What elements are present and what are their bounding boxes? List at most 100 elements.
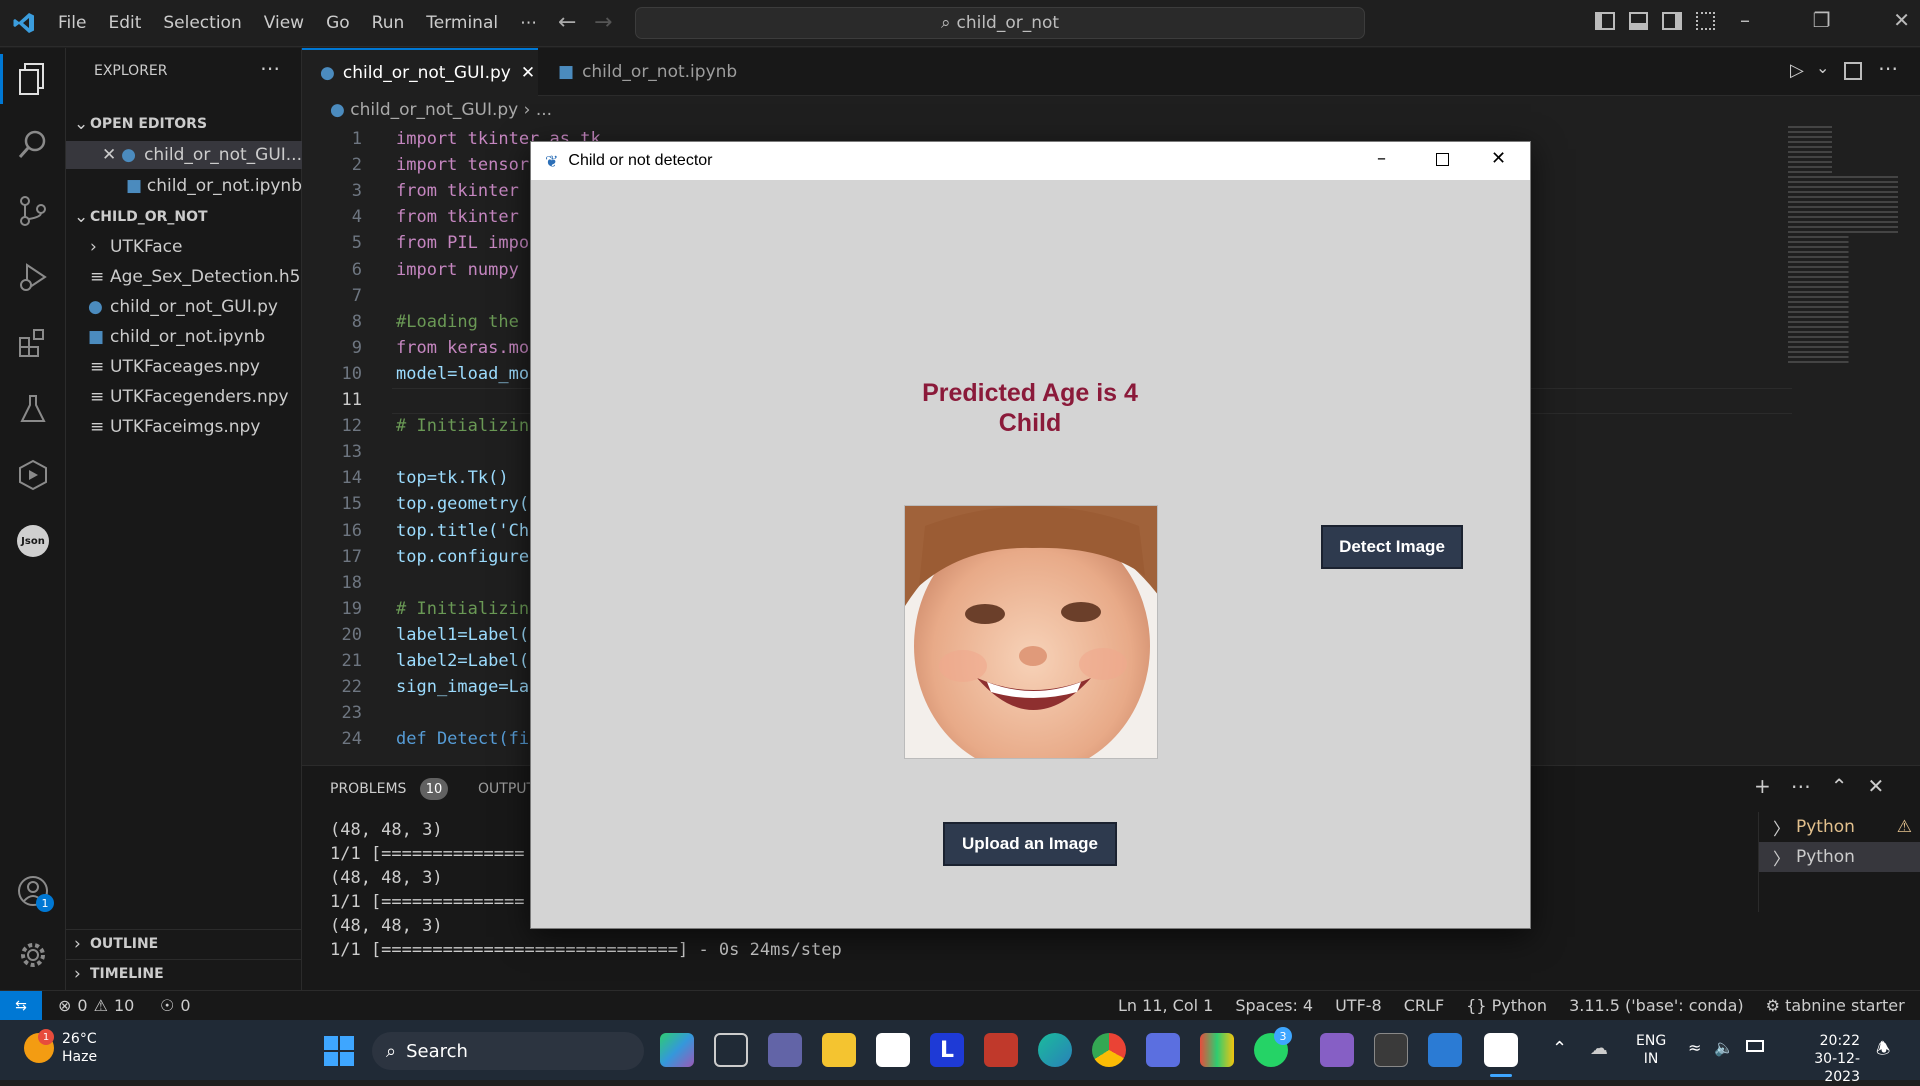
minimize-icon[interactable]: – [1740, 8, 1750, 38]
line-ending[interactable]: CRLF [1404, 996, 1444, 1023]
app-winrar-icon[interactable] [1200, 1033, 1234, 1067]
battery-icon[interactable] [1746, 1040, 1764, 1052]
show-hidden-icons-icon[interactable]: ⌃ [1552, 1038, 1567, 1059]
app-copilot-icon[interactable] [660, 1033, 694, 1067]
menu-selection[interactable]: Selection [163, 13, 241, 33]
child-detector-titlebar[interactable]: ❦ Child or not detector – ✕ [531, 142, 1530, 180]
indentation[interactable]: Spaces: 4 [1235, 996, 1313, 1023]
accounts-icon[interactable]: 1 [14, 872, 54, 912]
close-panel-icon[interactable]: ✕ [1868, 774, 1885, 798]
run-debug-icon[interactable] [14, 258, 52, 296]
menu-edit[interactable]: Edit [108, 13, 141, 33]
notification-center-icon[interactable]: 🕭 [1876, 1038, 1890, 1065]
remote-explorer-icon[interactable] [14, 456, 52, 494]
toggle-secondary-sidebar-icon[interactable] [1662, 12, 1682, 30]
dialog-minimize-icon[interactable]: – [1377, 148, 1386, 169]
dialog-maximize-icon[interactable] [1436, 153, 1449, 166]
timeline-header[interactable]: › TIMELINE [66, 959, 302, 987]
menu-terminal[interactable]: Terminal [426, 13, 498, 33]
encoding[interactable]: UTF-8 [1335, 996, 1382, 1023]
run-file-icon[interactable]: ▷ [1790, 60, 1804, 81]
back-arrow-icon[interactable]: ← [558, 10, 576, 35]
app-visual-studio-icon[interactable] [1320, 1033, 1354, 1067]
json-icon[interactable]: Json [14, 522, 52, 560]
menu-go[interactable]: Go [326, 13, 350, 33]
file-item-ipynb[interactable]: ■ child_or_not.ipynb [66, 323, 302, 351]
menu-file[interactable]: File [58, 13, 86, 33]
close-icon[interactable]: ✕ [1893, 8, 1910, 38]
onedrive-icon[interactable]: ☁ [1590, 1038, 1608, 1059]
problems-tab[interactable]: PROBLEMS [330, 781, 406, 797]
tab-ipynb[interactable]: ■ child_or_not.ipynb [540, 48, 764, 96]
outline-header[interactable]: › OUTLINE [66, 929, 302, 957]
app-notepad-icon[interactable] [1484, 1033, 1518, 1067]
menu-view[interactable]: View [264, 13, 304, 33]
more-actions-icon[interactable]: ⋯ [1878, 56, 1898, 80]
toggle-panel-icon[interactable] [1628, 12, 1648, 30]
customize-layout-icon[interactable] [1695, 12, 1715, 30]
app-file-explorer-icon[interactable] [822, 1033, 856, 1067]
tab-gui-py[interactable]: ● child_or_not_GUI.py ✕ [302, 48, 538, 96]
tabnine-status[interactable]: ⚙ tabnine starter [1766, 996, 1905, 1023]
open-editor-item-ipynb[interactable]: ■ child_or_not.ipynb [66, 172, 302, 200]
chevron-down-icon[interactable]: ⌄ [1816, 58, 1829, 77]
extensions-icon[interactable] [14, 324, 52, 362]
app-meet-icon[interactable] [768, 1033, 802, 1067]
explorer-icon[interactable] [14, 60, 52, 98]
app-mcafee-icon[interactable] [984, 1033, 1018, 1067]
remote-indicator[interactable]: ⇆ [0, 991, 42, 1021]
testing-flask-icon[interactable] [14, 390, 52, 428]
python-interpreter[interactable]: 3.11.5 ('base': conda) [1569, 996, 1744, 1023]
app-copilot-2-icon[interactable] [1146, 1033, 1180, 1067]
explorer-more-icon[interactable]: ⋯ [260, 56, 280, 80]
dialog-close-icon[interactable]: ✕ [1491, 148, 1506, 169]
app-edge-icon[interactable] [1038, 1033, 1072, 1067]
file-item-genders[interactable]: ≡ UTKFacegenders.npy [66, 383, 302, 411]
weather-widget[interactable]: 1 26°C Haze [24, 1029, 97, 1066]
search-icon[interactable] [14, 126, 52, 164]
problems-status[interactable]: ⊗ 0 ⚠ 10 [58, 996, 134, 1015]
upload-image-button[interactable]: Upload an Image [943, 822, 1117, 866]
menu-run[interactable]: Run [372, 13, 405, 33]
app-store-icon[interactable] [876, 1033, 910, 1067]
close-icon[interactable]: ✕ [102, 145, 121, 165]
output-tab[interactable]: OUTPUT [478, 781, 535, 797]
language-indicator[interactable]: ENG IN [1636, 1032, 1666, 1068]
clock[interactable]: 20:22 30-12-2023 [1784, 1032, 1860, 1086]
taskbar-search[interactable]: ⌕ Search [372, 1032, 644, 1070]
volume-icon[interactable]: 🔈 [1714, 1038, 1734, 1057]
start-button[interactable] [324, 1036, 354, 1066]
file-item-gui-py[interactable]: ● child_or_not_GUI.py [66, 293, 302, 321]
app-task-view-icon[interactable] [714, 1033, 748, 1067]
file-item-ages[interactable]: ≡ UTKFaceages.npy [66, 353, 302, 381]
maximize-panel-icon[interactable]: ⌃ [1831, 774, 1848, 798]
wifi-icon[interactable]: ≈ [1688, 1038, 1701, 1057]
new-terminal-icon[interactable]: + [1754, 774, 1771, 798]
file-item-utkface[interactable]: › UTKFace [66, 233, 302, 261]
more-actions-icon[interactable]: ⋯ [1791, 774, 1811, 798]
toggle-sidebar-icon[interactable] [1595, 12, 1615, 30]
terminal-item-python-2[interactable]: 〉 Python [1759, 842, 1920, 872]
source-control-icon[interactable] [14, 192, 52, 230]
cursor-position[interactable]: Ln 11, Col 1 [1118, 996, 1213, 1023]
terminal-item-python-1[interactable]: 〉 Python ⚠ [1759, 812, 1920, 842]
restore-icon[interactable]: ❐ [1813, 8, 1831, 38]
command-center[interactable]: ⌕ child_or_not [635, 7, 1365, 39]
app-l-icon[interactable]: L [930, 1033, 964, 1067]
breadcrumb-more[interactable]: ... [536, 100, 552, 120]
menu-more[interactable]: ⋯ [520, 13, 537, 33]
app-vscode-icon[interactable] [1428, 1033, 1462, 1067]
forward-arrow-icon[interactable]: → [594, 10, 612, 35]
folder-header[interactable]: ⌄ CHILD_OR_NOT [66, 203, 302, 231]
open-editors-header[interactable]: ⌄ OPEN EDITORS [66, 110, 302, 138]
breadcrumb-file[interactable]: child_or_not_GUI.py [350, 100, 518, 120]
app-chrome-icon[interactable] [1092, 1033, 1126, 1067]
ports-status[interactable]: ☉ 0 [160, 996, 191, 1015]
settings-gear-icon[interactable] [14, 936, 52, 974]
split-editor-icon[interactable] [1844, 62, 1862, 80]
file-item-imgs[interactable]: ≡ UTKFaceimgs.npy [66, 413, 302, 441]
minimap[interactable] [1788, 126, 1898, 366]
detect-image-button[interactable]: Detect Image [1321, 525, 1463, 569]
close-tab-icon[interactable]: ✕ [521, 63, 535, 83]
app-whatsapp-icon[interactable]: 3 [1254, 1027, 1292, 1067]
